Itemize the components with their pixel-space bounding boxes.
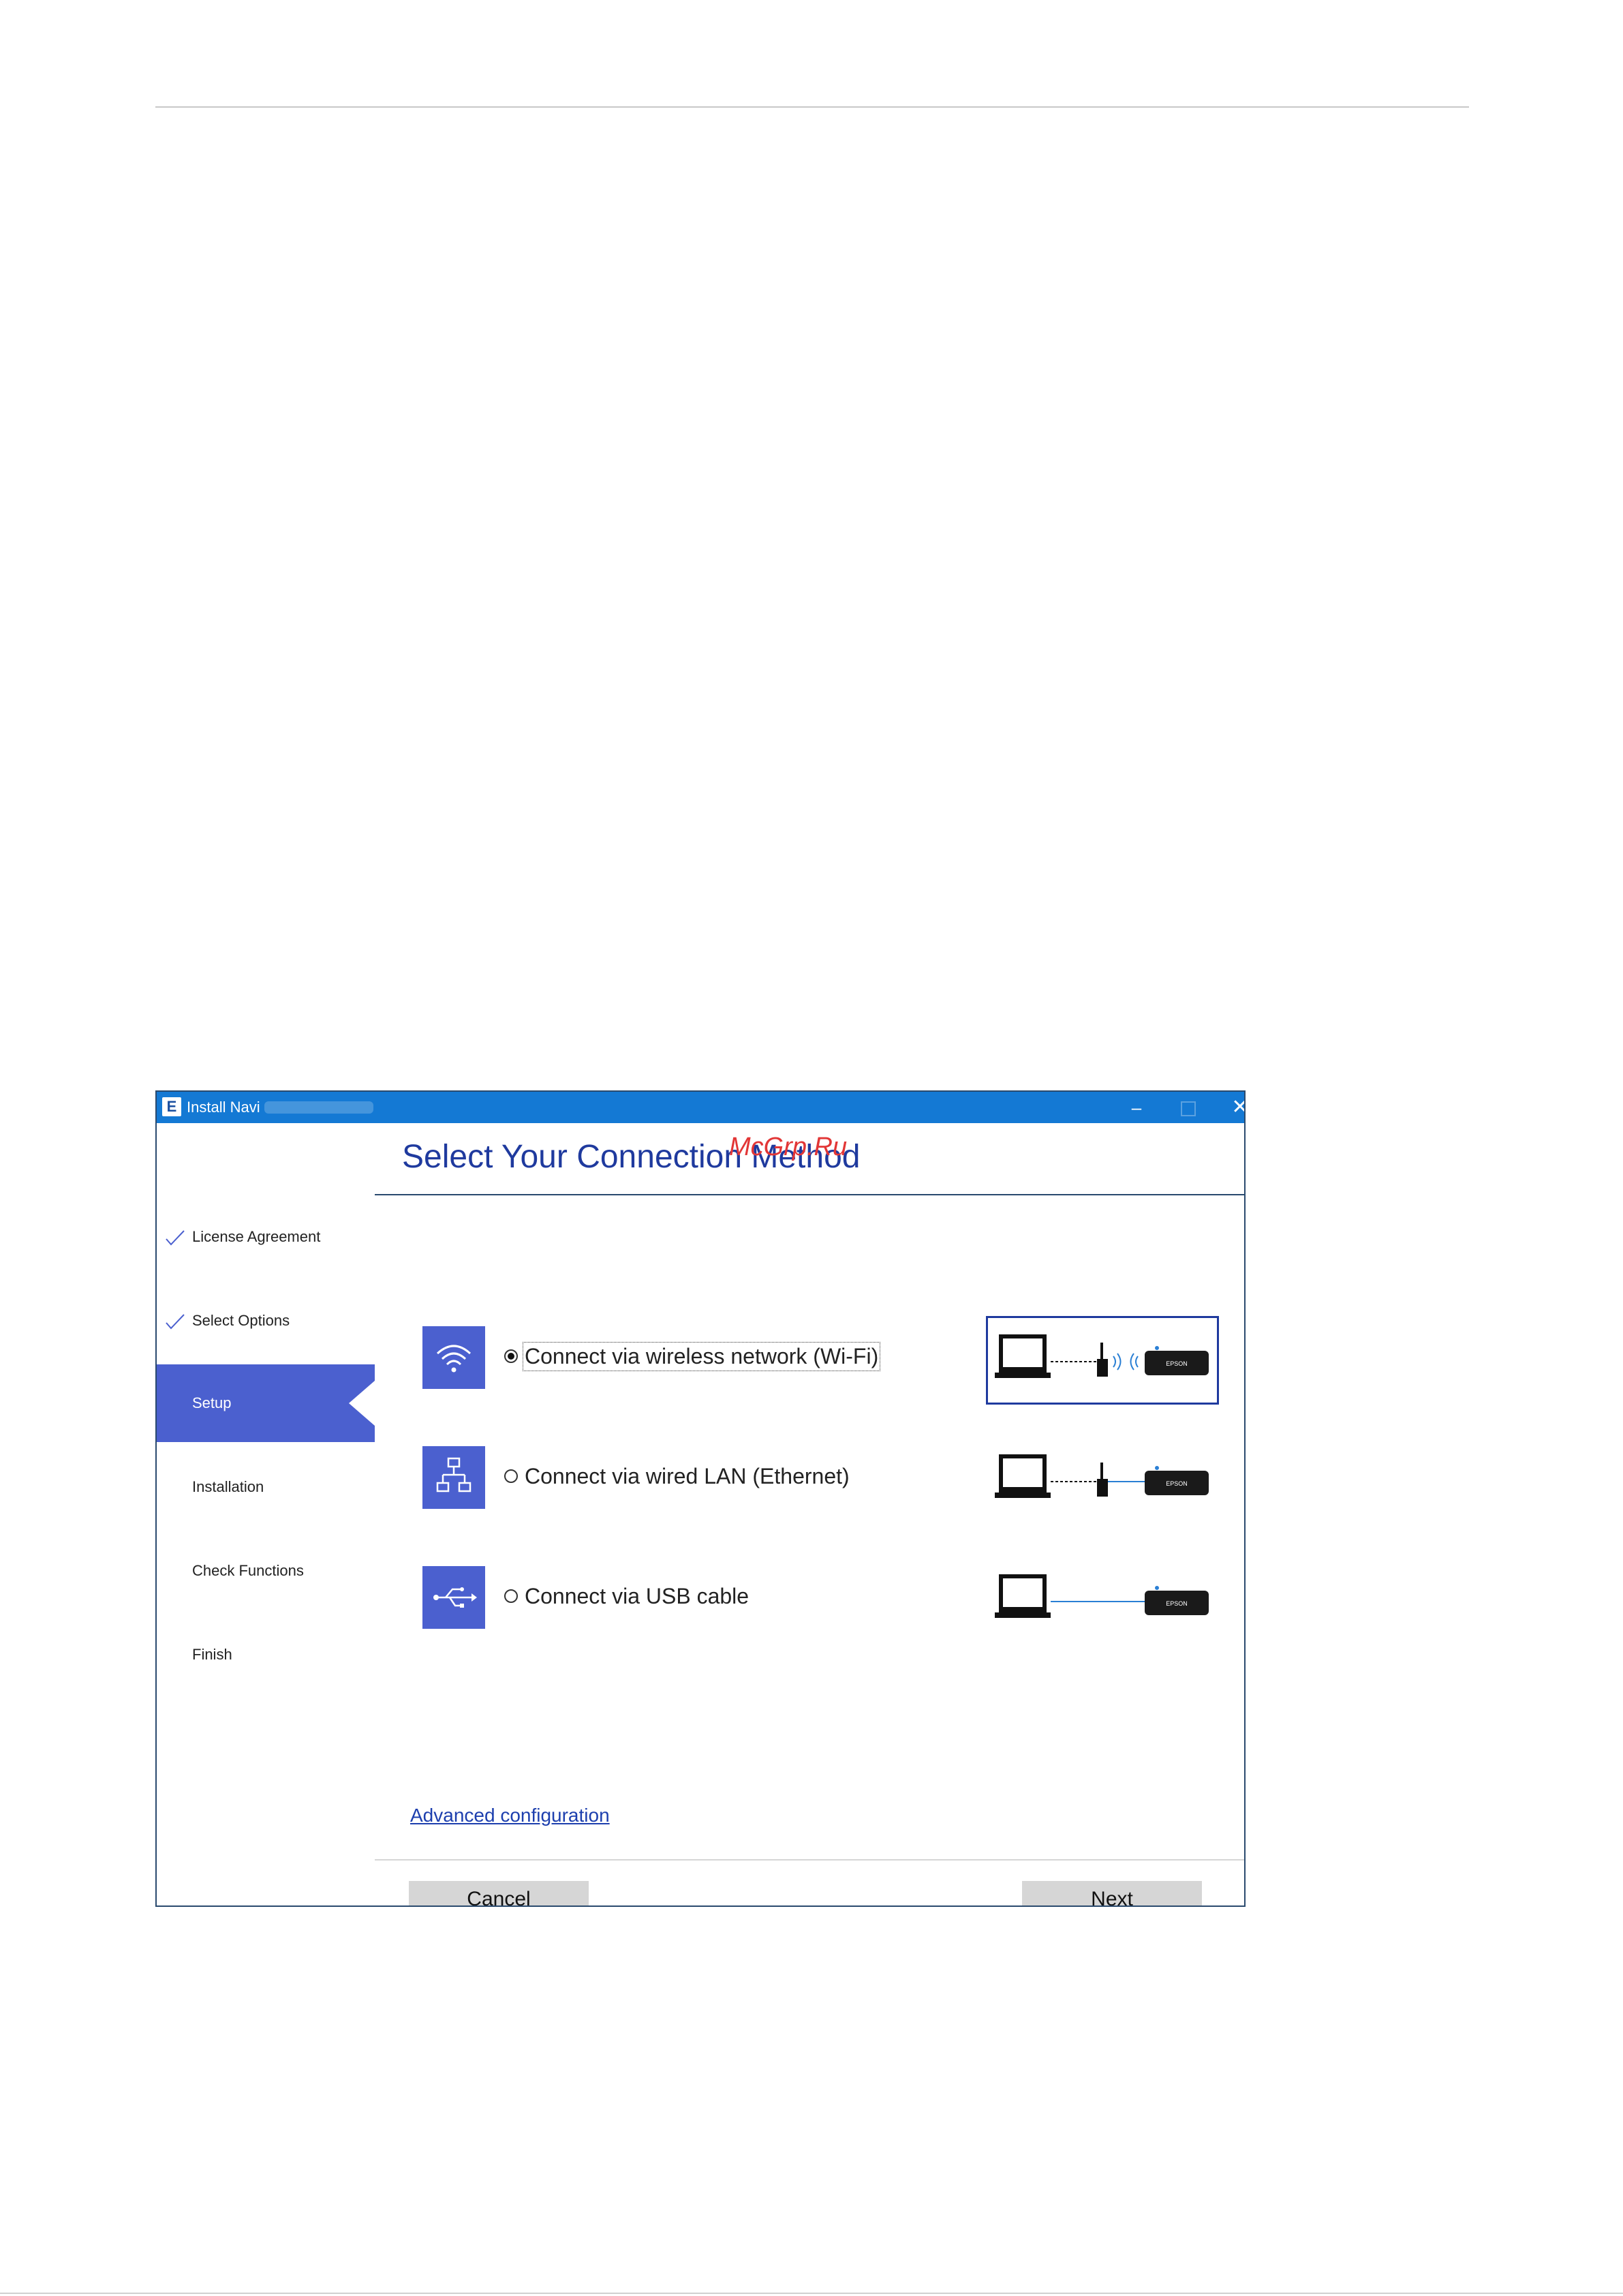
steps-sidebar: License Agreement Select Options Setup I… (157, 1123, 375, 1905)
usb-connection-diagram: EPSON (988, 1558, 1217, 1642)
usb-icon (422, 1566, 485, 1629)
maximize-icon (1181, 1101, 1196, 1117)
active-step-indicator (349, 1381, 375, 1426)
epson-label: EPSON (1166, 1360, 1188, 1367)
page-footer-rule (0, 2293, 1623, 2294)
option-ethernet[interactable]: Connect via wired LAN (Ethernet) EPSON (375, 1446, 1244, 1514)
close-button[interactable]: ✕ (1214, 1092, 1244, 1123)
page-header-rule (155, 106, 1469, 108)
step-setup: Setup (157, 1364, 375, 1442)
step-select-options: Select Options (157, 1282, 375, 1360)
main-content: Select Your Connection Method McGrp.Ru C… (375, 1123, 1244, 1905)
app-icon: E (162, 1097, 181, 1116)
step-label: Check Functions (192, 1562, 304, 1579)
step-label: Finish (192, 1646, 232, 1663)
wifi-connection-diagram: EPSON (986, 1316, 1219, 1405)
step-label: Select Options (192, 1312, 290, 1329)
checkmark-icon (166, 1314, 185, 1330)
minimize-button[interactable]: – (1111, 1092, 1162, 1123)
title-bar[interactable]: E Install Navi – ✕ (157, 1092, 1244, 1123)
checkmark-icon (166, 1230, 185, 1246)
blurred-title-suffix (264, 1101, 373, 1114)
step-finish: Finish (157, 1616, 375, 1694)
advanced-configuration-link[interactable]: Advanced configuration (410, 1805, 610, 1826)
footer-divider (375, 1859, 1244, 1861)
usb-option-label[interactable]: Connect via USB cable (525, 1584, 749, 1609)
window-title: Install Navi (187, 1099, 260, 1116)
step-label: Installation (192, 1478, 264, 1495)
title-divider (375, 1194, 1244, 1195)
wifi-radio[interactable] (504, 1349, 518, 1363)
option-usb[interactable]: Connect via USB cable EPSON (375, 1566, 1244, 1634)
ethernet-connection-diagram: EPSON (988, 1438, 1217, 1522)
step-label: License Agreement (192, 1228, 321, 1245)
epson-label: EPSON (1166, 1600, 1188, 1607)
cancel-button[interactable]: Cancel (409, 1881, 589, 1905)
watermark-text: McGrp.Ru (729, 1133, 848, 1161)
step-license-agreement: License Agreement (157, 1198, 375, 1276)
wifi-option-label[interactable]: Connect via wireless network (Wi-Fi) (522, 1342, 881, 1371)
step-installation: Installation (157, 1448, 375, 1526)
network-icon (422, 1446, 485, 1509)
step-label: Setup (192, 1394, 232, 1411)
ethernet-radio[interactable] (504, 1469, 518, 1483)
step-check-functions: Check Functions (157, 1532, 375, 1610)
usb-radio[interactable] (504, 1589, 518, 1603)
ethernet-option-label[interactable]: Connect via wired LAN (Ethernet) (525, 1464, 850, 1489)
wifi-icon (422, 1326, 485, 1389)
install-navi-window: E Install Navi – ✕ License Agreement Sel… (155, 1090, 1246, 1907)
next-button[interactable]: Next (1022, 1881, 1202, 1905)
epson-label: EPSON (1166, 1480, 1188, 1487)
maximize-button[interactable] (1162, 1092, 1214, 1123)
option-wifi[interactable]: Connect via wireless network (Wi-Fi) EPS… (375, 1316, 1244, 1405)
